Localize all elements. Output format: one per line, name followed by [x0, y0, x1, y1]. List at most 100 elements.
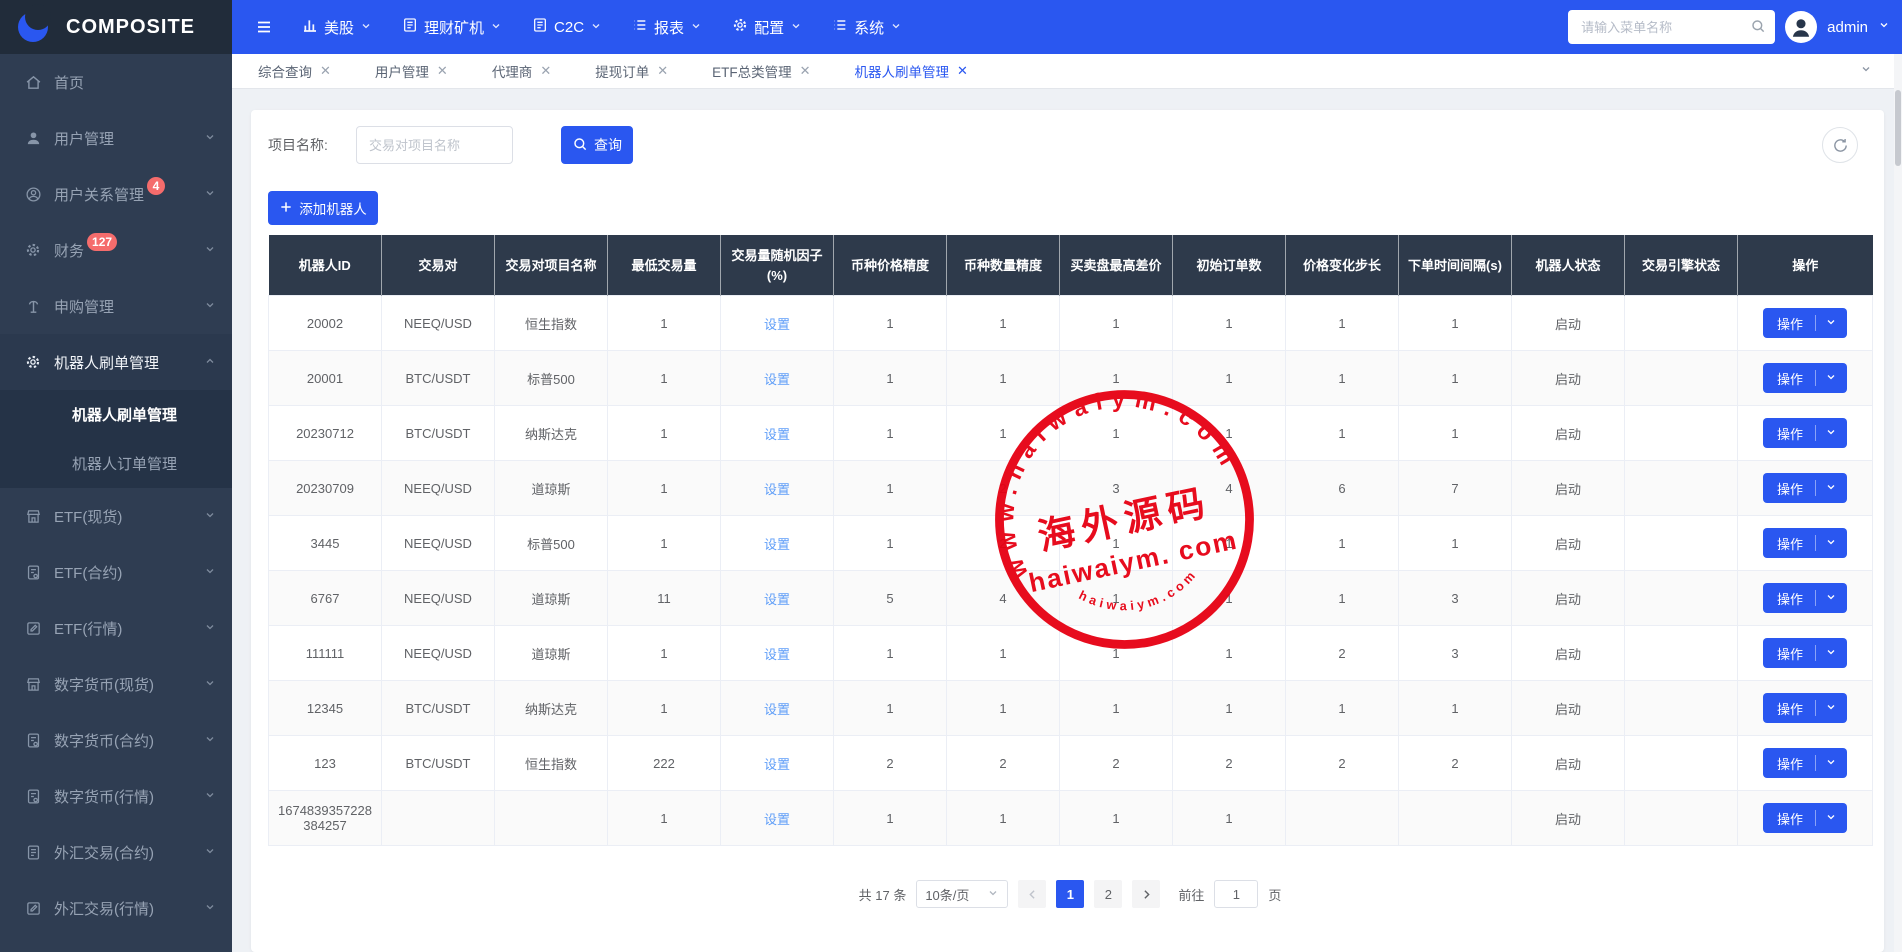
- price-step-cell: 2: [1285, 625, 1399, 681]
- set-random-factor-link[interactable]: 设置: [764, 317, 790, 332]
- initial-orders-cell: 1: [1172, 680, 1286, 736]
- sidebar-subitem-机器人刷单管理[interactable]: 机器人刷单管理: [0, 390, 232, 439]
- sidebar-item-外汇交易(行情)[interactable]: 外汇交易(行情): [0, 880, 232, 936]
- sidebar-item-ETF(现货)[interactable]: ETF(现货): [0, 488, 232, 544]
- top-nav-menu: 美股 理财矿机 C2C 报表 配置 系统: [302, 17, 902, 38]
- nav-item-系统[interactable]: 系统: [832, 17, 902, 38]
- close-icon[interactable]: ✕: [540, 63, 551, 79]
- page-scrollbar[interactable]: [1894, 54, 1902, 952]
- row-action-dropdown-button[interactable]: 操作: [1762, 363, 1847, 393]
- sidebar-item-申购管理[interactable]: 申购管理: [0, 278, 232, 334]
- set-random-factor-link[interactable]: 设置: [764, 537, 790, 552]
- add-robot-button[interactable]: 添加机器人: [268, 191, 378, 225]
- user-chevron-down-icon[interactable]: [1878, 18, 1890, 36]
- row-action-dropdown-button[interactable]: 操作: [1762, 803, 1847, 833]
- row-action-dropdown-button[interactable]: 操作: [1762, 528, 1847, 558]
- button-divider: [1815, 535, 1816, 551]
- robot-status-cell: 启动: [1511, 570, 1625, 626]
- row-action-dropdown-button[interactable]: 操作: [1762, 638, 1847, 668]
- page-size-select[interactable]: 10条/页: [916, 880, 1009, 908]
- sidebar-item-ETF(合约)[interactable]: ETF(合约): [0, 544, 232, 600]
- nav-item-配置[interactable]: 配置: [732, 17, 802, 38]
- set-random-factor-link[interactable]: 设置: [764, 702, 790, 717]
- table-row: 6767 NEEQ/USD 道琼斯 11 设置 5 4 1 1 1 3 启动 操作: [268, 570, 1873, 626]
- tab-label: 代理商: [491, 65, 533, 80]
- scrollbar-thumb[interactable]: [1895, 90, 1901, 166]
- chevron-down-icon: [204, 676, 216, 693]
- sidebar-item-数字货币(行情)[interactable]: 数字货币(行情): [0, 768, 232, 824]
- set-random-factor-link[interactable]: 设置: [764, 647, 790, 662]
- page-number-2[interactable]: 2: [1094, 880, 1123, 908]
- username-label[interactable]: admin: [1827, 19, 1868, 36]
- set-random-factor-link[interactable]: 设置: [764, 482, 790, 497]
- project-name-input[interactable]: [356, 126, 513, 164]
- tab-ETF总类管理[interactable]: ETF总类管理 ✕: [712, 61, 810, 81]
- hamburger-menu-icon[interactable]: [254, 18, 274, 36]
- random-factor-cell: 设置: [720, 735, 834, 791]
- sidebar-subitem-label: 机器人订单管理: [72, 456, 178, 473]
- row-action-dropdown-button[interactable]: 操作: [1762, 308, 1847, 338]
- row-action-dropdown-button[interactable]: 操作: [1762, 418, 1847, 448]
- tabs-overflow-chevron-down-icon[interactable]: [1860, 62, 1872, 80]
- tab-用户管理[interactable]: 用户管理 ✕: [375, 61, 448, 81]
- close-icon[interactable]: ✕: [437, 63, 448, 79]
- button-divider: [1815, 645, 1816, 661]
- sidebar-subitem-机器人订单管理[interactable]: 机器人订单管理: [0, 439, 232, 488]
- set-random-factor-link[interactable]: 设置: [764, 757, 790, 772]
- tab-代理商[interactable]: 代理商 ✕: [492, 61, 551, 81]
- tab-综合查询[interactable]: 综合查询 ✕: [258, 61, 331, 81]
- sidebar-item-外汇交易(合约)[interactable]: 外汇交易(合约): [0, 824, 232, 880]
- nav-item-美股[interactable]: 美股: [302, 17, 372, 38]
- sidebar-item-label: 机器人刷单管理: [54, 354, 160, 372]
- action-cell: 操作: [1737, 515, 1873, 571]
- sidebar-item-用户管理[interactable]: 用户管理: [0, 110, 232, 166]
- price-step-cell: 1: [1285, 570, 1399, 626]
- goto-page-input[interactable]: [1214, 880, 1259, 908]
- list-icon: [832, 17, 848, 37]
- action-button-label: 操作: [1776, 481, 1803, 497]
- row-action-dropdown-button[interactable]: 操作: [1762, 693, 1847, 723]
- price-step-cell: 1: [1285, 515, 1399, 571]
- next-page-button[interactable]: [1132, 880, 1161, 908]
- refresh-button[interactable]: [1822, 127, 1858, 163]
- row-action-dropdown-button[interactable]: 操作: [1762, 748, 1847, 778]
- set-random-factor-link[interactable]: 设置: [764, 427, 790, 442]
- home-icon: [24, 74, 42, 91]
- robot-id-cell: 20230709: [268, 460, 382, 516]
- set-random-factor-link[interactable]: 设置: [764, 812, 790, 827]
- row-action-dropdown-button[interactable]: 操作: [1762, 473, 1847, 503]
- nav-item-理财矿机[interactable]: 理财矿机: [402, 17, 502, 38]
- close-icon[interactable]: ✕: [957, 63, 968, 79]
- engine-status-cell: [1624, 735, 1738, 791]
- close-icon[interactable]: ✕: [320, 63, 331, 79]
- prev-page-button[interactable]: [1018, 880, 1047, 908]
- sidebar-item-财务[interactable]: 财务 127: [0, 222, 232, 278]
- set-random-factor-link[interactable]: 设置: [764, 372, 790, 387]
- search-icon[interactable]: [1750, 18, 1766, 39]
- tab-机器人刷单管理[interactable]: 机器人刷单管理 ✕: [855, 61, 968, 81]
- page-number-1[interactable]: 1: [1056, 880, 1085, 908]
- row-action-dropdown-button[interactable]: 操作: [1762, 583, 1847, 613]
- query-button[interactable]: 查询: [561, 126, 633, 164]
- sidebar-item-数字货币(现货)[interactable]: 数字货币(现货): [0, 656, 232, 712]
- button-divider: [1815, 590, 1816, 606]
- sidebar-item-数字货币(合约)[interactable]: 数字货币(合约): [0, 712, 232, 768]
- chevron-down-icon: [360, 19, 372, 36]
- nav-item-报表[interactable]: 报表: [632, 17, 702, 38]
- close-icon[interactable]: ✕: [657, 63, 668, 79]
- user-avatar[interactable]: [1785, 11, 1818, 43]
- project-name-cell: 恒生指数: [494, 735, 608, 791]
- sidebar-item-用户关系管理[interactable]: 用户关系管理 4: [0, 166, 232, 222]
- tab-提现订单[interactable]: 提现订单 ✕: [595, 61, 668, 81]
- column-header-初始订单数: 初始订单数: [1172, 235, 1286, 296]
- set-random-factor-link[interactable]: 设置: [764, 592, 790, 607]
- amount-precision-cell: 4: [946, 570, 1060, 626]
- initial-orders-cell: 1: [1172, 405, 1286, 461]
- close-icon[interactable]: ✕: [800, 63, 811, 79]
- sidebar-item-机器人刷单管理[interactable]: 机器人刷单管理: [0, 334, 232, 390]
- price-precision-cell: 2: [833, 735, 947, 791]
- sidebar-item-首页[interactable]: 首页: [0, 54, 232, 110]
- sidebar-item-ETF(行情)[interactable]: ETF(行情): [0, 600, 232, 656]
- nav-item-C2C[interactable]: C2C: [532, 17, 602, 37]
- menu-search-input[interactable]: [1568, 10, 1776, 44]
